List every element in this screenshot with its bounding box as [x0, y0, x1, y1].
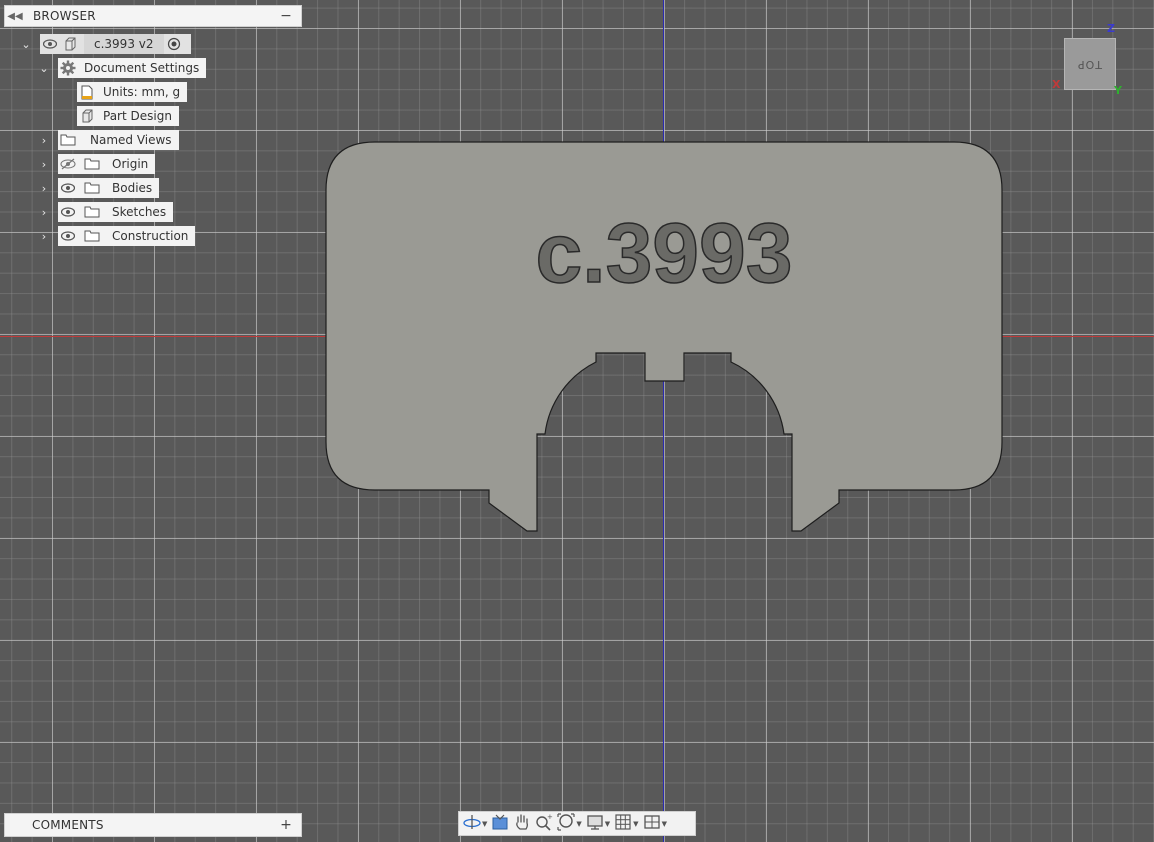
component-icon — [60, 34, 80, 54]
eye-icon[interactable] — [58, 202, 78, 222]
double-chevron-left-icon[interactable]: ◀◀ — [5, 11, 25, 22]
chevron-down-icon[interactable]: ⌄ — [37, 62, 51, 75]
folder-icon — [82, 202, 102, 222]
caret-down-icon[interactable]: ▼ — [482, 820, 487, 828]
tree-label: Origin — [112, 157, 149, 171]
caret-down-icon[interactable]: ▼ — [576, 820, 581, 828]
tree-label: Document Settings — [84, 61, 200, 75]
view-cube[interactable]: TOP Z X Y — [1050, 22, 1130, 102]
document-settings-node[interactable]: Document Settings — [58, 58, 207, 78]
origin-node[interactable]: Origin — [58, 154, 156, 174]
part-outline[interactable] — [325, 141, 1003, 532]
view-cube-top-face[interactable]: TOP — [1064, 38, 1116, 90]
part-design-node[interactable]: Part Design — [77, 106, 179, 126]
chevron-down-icon[interactable]: ⌄ — [19, 38, 33, 51]
root-node-label: c.3993 v2 — [84, 34, 164, 54]
viewports-icon — [643, 813, 661, 835]
tree-row-document-settings[interactable]: ⌄ Document Settings — [37, 58, 207, 78]
grid-button[interactable]: ▼ — [614, 813, 639, 835]
display-settings-button[interactable]: ▼ — [586, 813, 610, 835]
chevron-right-icon[interactable]: › — [37, 182, 51, 195]
navigation-toolbar: ▼ + ▼ ▼ ▼ ▼ — [458, 811, 696, 836]
eye-hidden-icon[interactable] — [58, 154, 78, 174]
chevron-right-icon[interactable]: › — [37, 158, 51, 171]
tree-row-construction[interactable]: › Construction — [37, 226, 196, 246]
browser-panel-header: ◀◀ BROWSER − — [4, 5, 302, 27]
viewports-button[interactable]: ▼ — [643, 813, 667, 835]
eye-icon[interactable] — [58, 178, 78, 198]
tree-row-bodies[interactable]: › Bodies — [37, 178, 160, 198]
bodies-node[interactable]: Bodies — [58, 178, 160, 198]
sketches-node[interactable]: Sketches — [58, 202, 174, 222]
browser-title: BROWSER — [33, 9, 96, 23]
tree-label: Named Views — [90, 133, 172, 147]
tree-label: Units: mm, g — [103, 85, 181, 99]
axis-x-label: X — [1052, 78, 1061, 91]
grid-icon — [614, 813, 632, 835]
browser-minimize-button[interactable]: − — [271, 8, 301, 24]
chevron-right-icon[interactable]: › — [37, 134, 51, 147]
svg-text:+: + — [547, 813, 553, 821]
comments-title: COMMENTS — [32, 818, 104, 832]
folder-icon — [58, 130, 78, 150]
orbit-icon — [463, 813, 481, 835]
pan-button[interactable] — [513, 813, 531, 835]
chevron-right-icon[interactable]: › — [37, 206, 51, 219]
zoom-button[interactable]: + — [535, 813, 553, 835]
engraved-text: c.3993 — [536, 206, 793, 300]
tree-row-sketches[interactable]: › Sketches — [37, 202, 174, 222]
tree-label: Sketches — [112, 205, 167, 219]
caret-down-icon[interactable]: ▼ — [605, 820, 610, 828]
pan-icon — [513, 813, 531, 835]
fit-icon — [557, 812, 575, 835]
tree-label: Part Design — [103, 109, 172, 123]
eye-icon[interactable] — [40, 34, 60, 54]
named-views-node[interactable]: Named Views — [58, 130, 179, 150]
zoom-icon: + — [535, 813, 553, 835]
axis-z-label: Z — [1107, 22, 1115, 35]
tree-row-named-views[interactable]: › Named Views — [37, 130, 179, 150]
canvas-viewport[interactable]: c.3993 TOP Z X Y — [0, 0, 1154, 842]
look-at-button[interactable] — [491, 813, 509, 835]
construction-node[interactable]: Construction — [58, 226, 196, 246]
tree-row-origin[interactable]: › Origin — [37, 154, 156, 174]
chevron-right-icon[interactable]: › — [37, 230, 51, 243]
component-icon — [77, 106, 97, 126]
gear-icon — [58, 58, 78, 78]
orbit-button[interactable]: ▼ — [463, 813, 487, 835]
display-settings-icon — [586, 813, 604, 835]
view-cube-face-label: TOP — [1077, 57, 1103, 71]
comments-panel-header: COMMENTS + — [4, 813, 302, 837]
tree-row-root[interactable]: ⌄ c.3993 v2 — [19, 34, 191, 54]
caret-down-icon[interactable]: ▼ — [662, 820, 667, 828]
caret-down-icon[interactable]: ▼ — [633, 820, 638, 828]
part-body[interactable]: c.3993 — [0, 0, 1154, 842]
tree-row-units[interactable]: Units: mm, g — [77, 82, 188, 102]
eye-icon[interactable] — [58, 226, 78, 246]
fit-button[interactable]: ▼ — [557, 812, 582, 835]
units-node[interactable]: Units: mm, g — [77, 82, 188, 102]
folder-icon — [82, 154, 102, 174]
activate-radio-icon[interactable] — [164, 34, 184, 54]
tree-row-part-design[interactable]: Part Design — [77, 106, 179, 126]
tree-label: Construction — [112, 229, 189, 243]
folder-icon — [82, 178, 102, 198]
root-node[interactable]: c.3993 v2 — [40, 34, 191, 54]
look-at-icon — [491, 813, 509, 835]
folder-icon — [82, 226, 102, 246]
add-comment-button[interactable]: + — [271, 817, 301, 833]
tree-label: Bodies — [112, 181, 153, 195]
axis-y-label: Y — [1114, 84, 1122, 97]
document-icon — [77, 82, 97, 102]
